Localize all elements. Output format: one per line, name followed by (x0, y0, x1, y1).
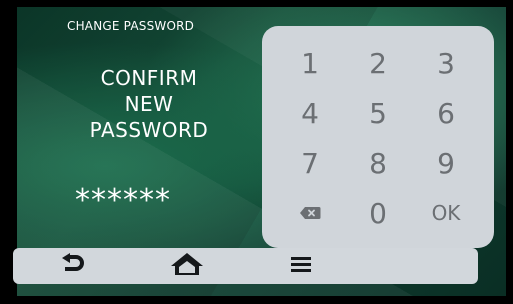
prompt-line-3: PASSWORD (89, 118, 209, 142)
key-1[interactable]: 1 (276, 38, 344, 88)
back-button[interactable] (53, 248, 93, 284)
numeric-keypad: 1 2 3 4 5 6 7 8 9 0 OK (262, 26, 494, 248)
key-4[interactable]: 4 (276, 88, 344, 138)
key-5[interactable]: 5 (344, 88, 412, 138)
menu-icon (288, 254, 314, 278)
key-6[interactable]: 6 (412, 88, 480, 138)
key-8[interactable]: 8 (344, 138, 412, 188)
ok-button[interactable]: OK (412, 188, 480, 238)
prompt-line-1: CONFIRM (100, 66, 198, 90)
confirm-password-prompt: CONFIRM NEW PASSWORD (69, 65, 229, 143)
backspace-icon (299, 206, 321, 220)
home-icon (169, 251, 205, 281)
device-frame: CHANGE PASSWORD CONFIRM NEW PASSWORD ***… (0, 0, 513, 304)
password-field: ****** (75, 183, 171, 218)
prompt-line-2: NEW (124, 92, 174, 116)
screen-title: CHANGE PASSWORD (67, 19, 195, 33)
bottom-nav-bar (13, 248, 478, 284)
key-9[interactable]: 9 (412, 138, 480, 188)
key-2[interactable]: 2 (344, 38, 412, 88)
key-0[interactable]: 0 (344, 188, 412, 238)
backspace-button[interactable] (276, 188, 344, 238)
menu-button[interactable] (281, 248, 321, 284)
key-7[interactable]: 7 (276, 138, 344, 188)
key-3[interactable]: 3 (412, 38, 480, 88)
home-button[interactable] (165, 248, 209, 284)
back-icon (59, 253, 87, 279)
